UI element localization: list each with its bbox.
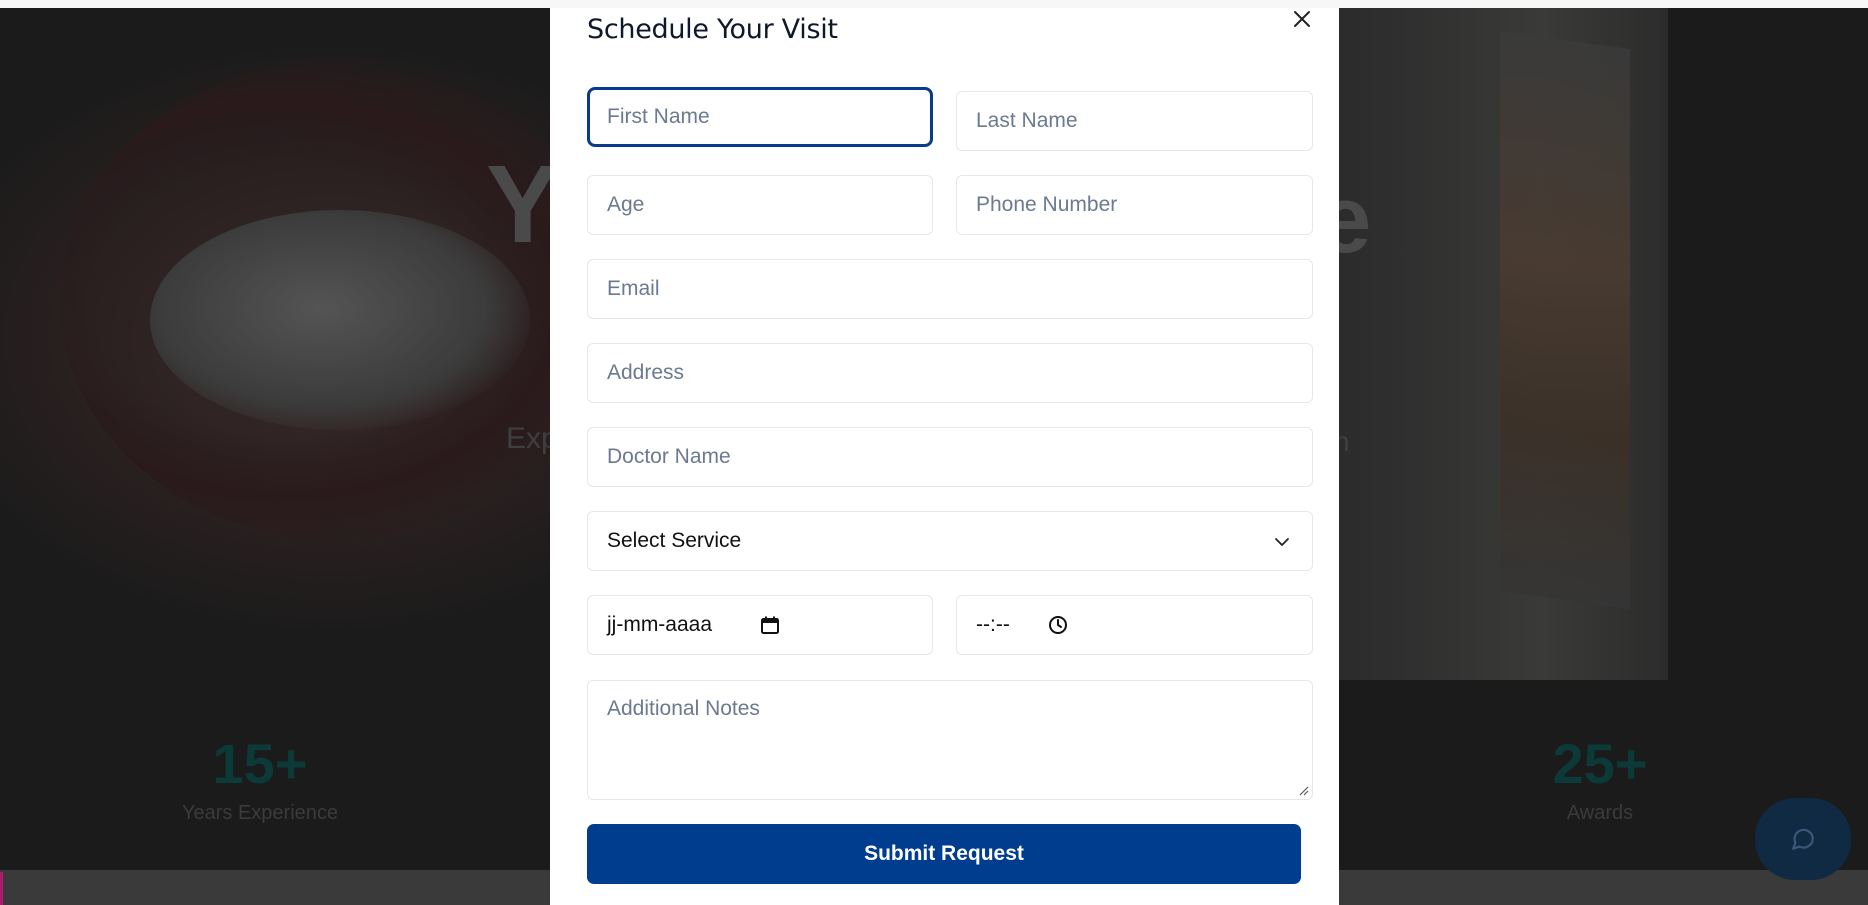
edge-accent [0,872,3,905]
date-input-value: jj-mm-aaaa [607,613,713,636]
time-input[interactable]: --:-- [956,595,1313,655]
resize-handle-icon[interactable] [1297,784,1309,796]
chat-bubble-icon [1792,828,1814,850]
close-button[interactable] [1291,8,1313,30]
clock-icon[interactable] [1048,615,1068,635]
service-select[interactable]: Select Service [587,511,1313,571]
submit-request-button[interactable]: Submit Request [587,824,1301,884]
date-input[interactable]: jj-mm-aaaa [587,595,933,655]
service-select-value: Select Service [607,529,742,552]
chevron-down-icon [1275,538,1289,546]
stat-label: Awards [1566,802,1634,824]
calendar-icon[interactable] [760,615,780,635]
chat-button[interactable] [1755,798,1851,880]
hero-title-fragment: Y [486,143,560,266]
first-name-input[interactable]: First Name [587,87,933,147]
additional-notes-placeholder: Additional Notes [607,697,760,720]
doctor-name-input[interactable]: Doctor Name [587,427,1313,487]
stat-label: Years Experience [181,802,339,824]
page-top-bar [0,0,1868,8]
stat-years: 15+ Years Experience [160,736,360,825]
hero-image-painting [1500,30,1630,610]
hero-image-teeth [150,210,530,430]
phone-number-input[interactable]: Phone Number [956,175,1313,235]
email-input[interactable]: Email [587,259,1313,319]
stat-value: 25+ [1552,732,1648,795]
close-icon [1294,11,1310,27]
address-input[interactable]: Address [587,343,1313,403]
additional-notes-textarea[interactable]: Additional Notes [587,680,1313,800]
stat-value: 15+ [212,732,308,795]
age-input[interactable]: Age [587,175,933,235]
last-name-input[interactable]: Last Name [956,91,1313,151]
schedule-visit-modal: Schedule Your Visit First Name Last Name… [550,8,1339,905]
time-input-value: --:-- [976,613,1010,636]
modal-title: Schedule Your Visit [587,14,838,45]
stat-awards: 25+ Awards [1500,736,1700,825]
